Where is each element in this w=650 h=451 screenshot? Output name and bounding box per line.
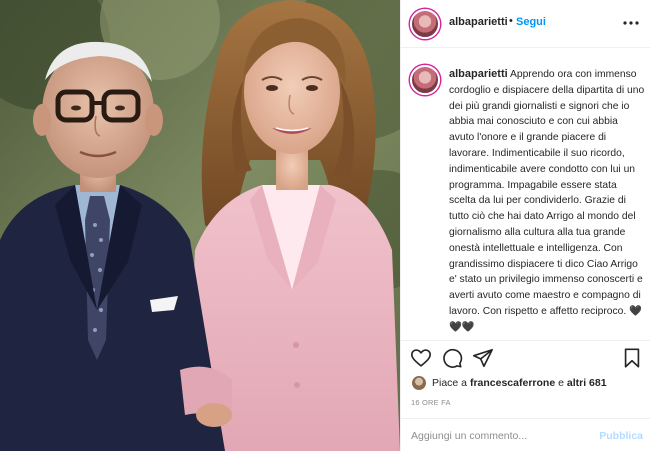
author-avatar[interactable] [410, 9, 440, 39]
likes-prefix: Piace a [432, 377, 470, 389]
add-comment-bar: Pubblica [401, 418, 650, 451]
post-header: albaparietti • Segui [401, 0, 650, 48]
separator-dot: • [509, 15, 513, 27]
comment-icon[interactable] [441, 347, 463, 369]
liker-username[interactable]: francescaferrone [470, 377, 555, 389]
follow-button[interactable]: Segui [516, 16, 546, 28]
post-caption: albaparietti Apprendo ora con immenso co… [449, 67, 645, 336]
likes-others[interactable]: altri 681 [567, 377, 607, 389]
caption-username[interactable]: albaparietti [449, 68, 508, 80]
post-sidebar: albaparietti • Segui albaparietti Appren… [400, 0, 650, 451]
author-username[interactable]: albaparietti [449, 16, 508, 28]
action-bar [401, 340, 650, 374]
caption-area: albaparietti Apprendo ora con immenso co… [401, 48, 650, 338]
share-icon[interactable] [472, 347, 494, 369]
comment-input[interactable] [411, 427, 591, 445]
likes-summary: Piace a francescaferrone e altri 681 [401, 372, 650, 394]
publish-button[interactable]: Pubblica [599, 430, 643, 442]
likes-connector: e [555, 377, 567, 389]
bookmark-icon[interactable] [621, 347, 643, 369]
post-photo[interactable] [0, 0, 400, 451]
more-horizontal-icon[interactable] [621, 13, 641, 33]
likes-text: Piace a francescaferrone e altri 681 [432, 377, 607, 389]
caption-text: Apprendo ora con immenso cordoglio e dis… [449, 69, 645, 333]
caption-avatar[interactable] [410, 65, 440, 95]
heart-icon[interactable] [410, 347, 432, 369]
liker-avatar[interactable] [411, 375, 427, 391]
post-timestamp[interactable]: 16 ORE FA [411, 398, 451, 407]
